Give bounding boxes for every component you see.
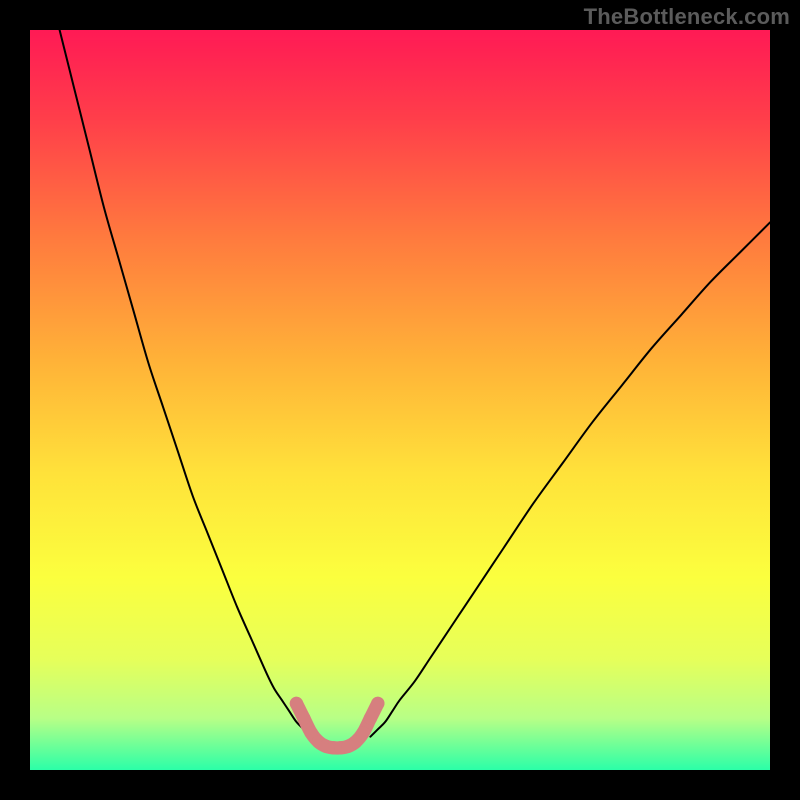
chart-frame: TheBottleneck.com (0, 0, 800, 800)
curve-right-branch (370, 222, 770, 736)
marker-dot (364, 712, 377, 725)
curve-left-branch (60, 30, 312, 737)
marker-dot (356, 726, 369, 739)
marker-dot (290, 697, 303, 710)
marker-dot (371, 697, 384, 710)
chart-svg (30, 30, 770, 770)
marker-worm (296, 703, 377, 748)
watermark-text: TheBottleneck.com (584, 4, 790, 30)
marker-dot (297, 712, 310, 725)
